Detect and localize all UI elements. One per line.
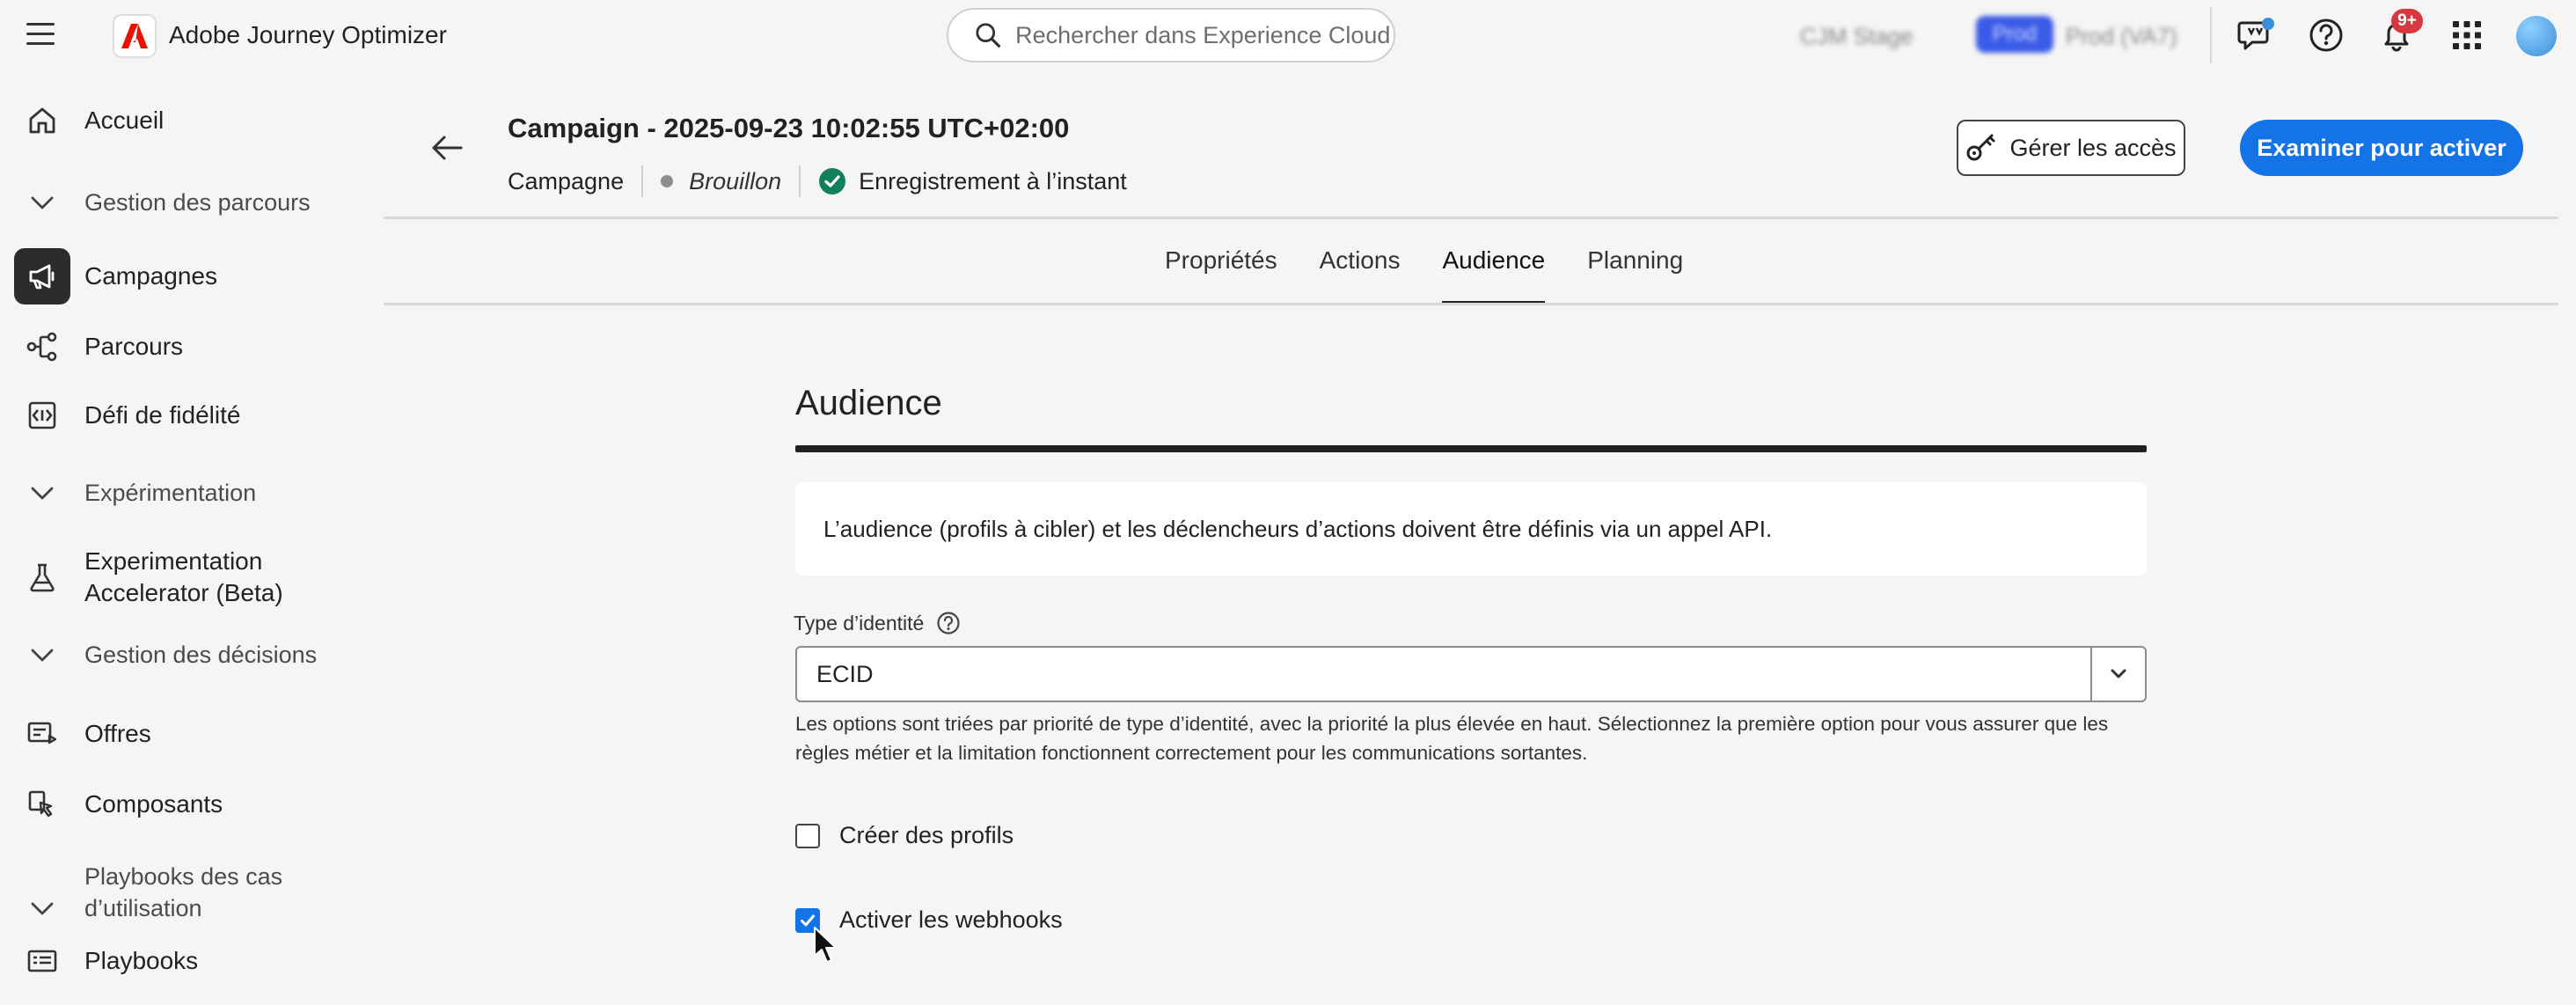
- sidebar-section-label: Playbooks des cas d’utilisation: [84, 861, 282, 924]
- sidebar-item-label: Composants: [84, 790, 223, 818]
- chevron-down-icon: [31, 196, 54, 209]
- hamburger-menu-icon[interactable]: [26, 23, 55, 48]
- create-profiles-checkbox[interactable]: [795, 823, 820, 848]
- environment-pill[interactable]: Prod: [1976, 16, 2053, 53]
- sidebar-item-journeys[interactable]: Parcours: [14, 319, 366, 375]
- sidebar-item-playbooks[interactable]: Playbooks: [14, 933, 366, 989]
- tab-actions[interactable]: Actions: [1299, 220, 1422, 304]
- sidebar-item-loyalty[interactable]: Défi de fidélité: [14, 387, 366, 444]
- sidebar-item-experimentation-accelerator[interactable]: Experimentation Accelerator (Beta): [14, 542, 366, 613]
- key-icon: [1966, 134, 1995, 161]
- section-title: Audience: [795, 384, 942, 422]
- sidebar-section-label: Gestion des parcours: [84, 188, 311, 216]
- offers-icon: [27, 722, 57, 745]
- help-icon[interactable]: [2307, 16, 2345, 55]
- sidebar-item-label: Parcours: [84, 333, 184, 360]
- review-activate-button[interactable]: Examiner pour activer: [2240, 120, 2523, 176]
- tabs-divider: [384, 303, 2558, 305]
- identity-help-text: Les options sont triées par priorité de …: [795, 713, 2109, 764]
- section-rule: [795, 445, 2147, 452]
- beaker-icon: [30, 563, 55, 592]
- home-icon: [29, 107, 55, 134]
- sidebar-section-label-line1: Playbooks des cas: [84, 863, 283, 890]
- help-icon[interactable]: [936, 611, 961, 635]
- sidebar: Accueil Gestion des parcours Campagnes P…: [0, 70, 378, 1005]
- adobe-logo-icon[interactable]: [113, 14, 157, 58]
- sidebar-item-label: Experimentation Accelerator (Beta): [84, 546, 283, 609]
- playbooks-icon: [27, 950, 57, 972]
- dropdown-button[interactable]: [2090, 648, 2145, 701]
- sidebar-section-label-line2: d’utilisation: [84, 895, 202, 921]
- campaign-title: Campaign - 2025-09-23 10:02:55 UTC+02:00: [508, 113, 1070, 143]
- create-profiles-label: Créer des profils: [839, 822, 1014, 848]
- sidebar-section-playbooks[interactable]: Playbooks des cas d’utilisation: [26, 861, 282, 924]
- user-avatar[interactable]: [2516, 16, 2557, 56]
- header-divider: [384, 216, 2558, 219]
- info-message: L’audience (profils à cibler) et les déc…: [795, 482, 2147, 576]
- app-title: Adobe Journey Optimizer: [169, 21, 447, 48]
- tab-properties[interactable]: Propriétés: [1144, 220, 1299, 304]
- notification-count-badge: 9+: [2391, 9, 2423, 33]
- check-circle-icon: [819, 168, 846, 194]
- identity-type-label: Type d’identité: [794, 611, 961, 635]
- components-icon: [28, 790, 53, 818]
- journey-icon: [26, 332, 57, 362]
- info-text: L’audience (profils à cibler) et les déc…: [823, 515, 1773, 542]
- apps-grid-icon[interactable]: [2448, 16, 2486, 55]
- search-icon: [976, 23, 1000, 48]
- sidebar-section-journeys[interactable]: Gestion des parcours: [26, 187, 311, 218]
- search-input[interactable]: Rechercher dans Experience Cloud ...: [947, 8, 1395, 62]
- tab-audience[interactable]: Audience: [1421, 220, 1566, 304]
- topbar-divider: [2210, 7, 2212, 63]
- megaphone-icon: [29, 264, 55, 290]
- sidebar-item-label: Offres: [84, 720, 151, 747]
- campaign-status: Brouillon: [689, 167, 782, 194]
- chevron-down-icon: [2111, 669, 2126, 679]
- sidebar-item-label: Playbooks: [84, 947, 199, 974]
- sidebar-section-label: Gestion des décisions: [84, 641, 318, 668]
- chevron-down-icon: [31, 902, 54, 915]
- tab-bar: Propriétés Actions Audience Planning: [1144, 220, 1704, 304]
- meta-divider: [641, 165, 644, 197]
- environment-label[interactable]: Prod (VA7): [2066, 23, 2177, 50]
- tab-planning[interactable]: Planning: [1566, 220, 1704, 304]
- sidebar-item-components[interactable]: Composants: [14, 776, 366, 833]
- identity-type-label-text: Type d’identité: [794, 611, 925, 635]
- create-profiles-option[interactable]: Créer des profils: [795, 822, 1014, 849]
- manage-access-button[interactable]: Gérer les accès: [1957, 120, 2185, 176]
- meta-divider: [799, 165, 801, 197]
- sidebar-item-label: Accueil: [84, 106, 165, 134]
- sandbox-name[interactable]: CJM Stage: [1800, 23, 1914, 50]
- feedback-chat-icon[interactable]: [2236, 16, 2275, 55]
- sidebar-item-label-line1: Experimentation: [84, 547, 263, 575]
- identity-type-value: ECID: [816, 660, 874, 687]
- campaign-type: Campagne: [508, 167, 625, 194]
- sidebar-item-home[interactable]: Accueil: [14, 92, 366, 149]
- chevron-down-icon: [31, 487, 54, 500]
- sidebar-section-label: Expérimentation: [84, 479, 257, 506]
- sidebar-item-label: Défi de fidélité: [84, 401, 241, 429]
- top-bar: Adobe Journey Optimizer Rechercher dans …: [0, 0, 2576, 70]
- save-status: Enregistrement à l’instant: [859, 167, 1127, 194]
- campaign-meta: Campagne Brouillon Enregistrement à l’in…: [508, 164, 1127, 199]
- identity-type-select[interactable]: ECID: [795, 646, 2147, 702]
- sidebar-item-campaigns[interactable]: Campagnes: [14, 248, 366, 304]
- mouse-cursor-icon: [814, 927, 837, 963]
- status-dot-icon: [661, 175, 674, 187]
- sidebar-item-offers[interactable]: Offres: [14, 706, 366, 762]
- loyalty-challenge-icon: [28, 401, 56, 429]
- sidebar-item-label: Campagnes: [84, 262, 217, 290]
- enable-webhooks-label: Activer les webhooks: [839, 906, 1063, 933]
- chevron-down-icon: [31, 649, 54, 662]
- search-placeholder: Rechercher dans Experience Cloud ...: [1015, 21, 1394, 48]
- manage-access-label: Gérer les accès: [2009, 134, 2177, 161]
- back-arrow-icon[interactable]: [428, 128, 466, 167]
- sidebar-item-label-line2: Accelerator (Beta): [84, 579, 283, 606]
- sidebar-section-experimentation[interactable]: Expérimentation: [26, 477, 256, 509]
- sidebar-section-decisions[interactable]: Gestion des décisions: [26, 639, 317, 671]
